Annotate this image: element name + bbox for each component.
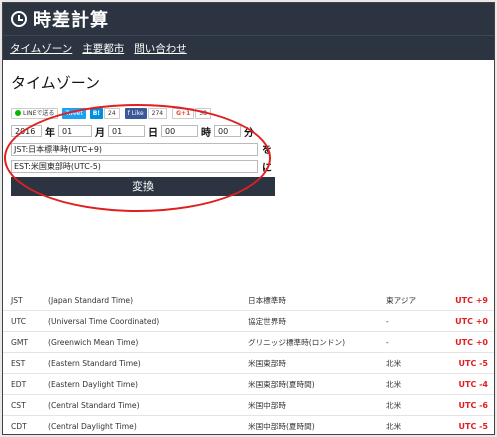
tz-region: 東アジア (386, 290, 448, 311)
tz-english-name: (Central Standard Time) (48, 394, 248, 416)
tz-abbr: EDT (3, 373, 48, 395)
tz-japanese-name: 米国東部時 (248, 352, 386, 374)
main-nav: タイムゾーン 主要都市 問い合わせ (3, 35, 494, 60)
timezone-row: EDT (Eastern Daylight Time) 米国東部時(夏時間) 北米 UT… (3, 373, 494, 395)
tz-abbr: UTC (3, 310, 48, 332)
tz-region: 北米 (386, 352, 448, 374)
timezone-table-body: JST (Japan Standard Time) 日本標準時 東アジア UTC +9 U… (3, 290, 494, 434)
tz-region: 北米 (386, 394, 448, 416)
tz-japanese-name: 米国東部時(夏時間) (248, 373, 386, 395)
timezone-table: JST (Japan Standard Time) 日本標準時 東アジア UTC +9 U… (3, 290, 494, 434)
timezone-row: CST (Central Standard Time) 米国中部時 北米 UTC -6 (3, 394, 494, 416)
tz-english-name: (Eastern Standard Time) (48, 352, 248, 374)
site-header: 時差計算 (3, 3, 494, 35)
tz-abbr: JST (3, 290, 48, 311)
page-title: タイムゾーン (11, 74, 100, 92)
red-annotation-ellipse (4, 104, 271, 212)
line-share-label: LINEで送る (23, 109, 55, 117)
timezone-row: EST (Eastern Standard Time) 米国東部時 北米 UTC -5 (3, 352, 494, 374)
site-logo-title[interactable]: 時差計算 (33, 6, 109, 32)
tz-offset: UTC +9 (448, 290, 494, 311)
tz-region: - (386, 310, 448, 332)
tz-abbr: EST (3, 352, 48, 374)
tz-offset: UTC -5 (448, 352, 494, 374)
tz-english-name: (Greenwich Mean Time) (48, 331, 248, 353)
timezone-row: UTC (Universal Time Coordinated) 協定世界時 - UTC… (3, 310, 494, 332)
tz-japanese-name: 協定世界時 (248, 310, 386, 332)
tz-japanese-name: 米国中部時(夏時間) (248, 415, 386, 434)
nav-item-timezone[interactable]: タイムゾーン (10, 41, 72, 56)
tz-abbr: GMT (3, 331, 48, 353)
tz-region: 北米 (386, 415, 448, 434)
tz-japanese-name: 米国中部時 (248, 394, 386, 416)
tz-offset: UTC -6 (448, 394, 494, 416)
tz-japanese-name: グリニッジ標準時(ロンドン) (248, 331, 386, 353)
tz-english-name: (Central Daylight Time) (48, 415, 248, 434)
timezone-row: GMT (Greenwich Mean Time) グリニッジ標準時(ロンドン) - U… (3, 331, 494, 353)
timezone-row: CDT (Central Daylight Time) 米国中部時(夏時間) 北米 UT… (3, 415, 494, 434)
tz-offset: UTC -4 (448, 373, 494, 395)
tz-region: - (386, 331, 448, 353)
tz-english-name: (Eastern Daylight Time) (48, 373, 248, 395)
tz-english-name: (Japan Standard Time) (48, 290, 248, 311)
tz-offset: UTC +0 (448, 331, 494, 353)
tz-offset: UTC -5 (448, 415, 494, 434)
nav-item-major-cities[interactable]: 主要都市 (82, 41, 124, 56)
tz-region: 北米 (386, 373, 448, 395)
nav-item-contact[interactable]: 問い合わせ (134, 41, 187, 56)
tz-abbr: CST (3, 394, 48, 416)
timezone-row: JST (Japan Standard Time) 日本標準時 東アジア UTC +9 (3, 290, 494, 311)
app-window: 時差計算 タイムゾーン 主要都市 問い合わせ タイムゾーン LINEで送る Tw… (2, 2, 495, 435)
clock-icon (11, 11, 27, 27)
tz-abbr: CDT (3, 415, 48, 434)
tz-japanese-name: 日本標準時 (248, 290, 386, 311)
line-icon (15, 110, 21, 116)
tz-english-name: (Universal Time Coordinated) (48, 310, 248, 332)
tz-offset: UTC +0 (448, 310, 494, 332)
